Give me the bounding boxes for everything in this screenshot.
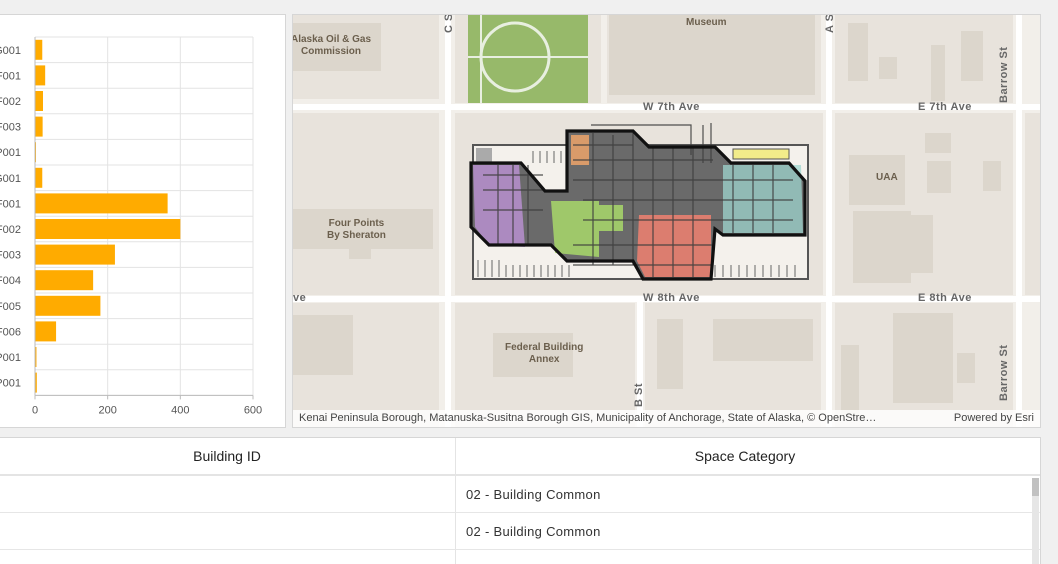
- floor-plan-overlay[interactable]: [293, 15, 1041, 428]
- table-scrollbar[interactable]: [1032, 478, 1039, 564]
- map-label-museum: Museum: [686, 17, 727, 28]
- column-header-building-id[interactable]: Building ID: [0, 438, 456, 474]
- bar: [35, 321, 57, 342]
- x-tick-label: 200: [98, 404, 116, 416]
- map-label-uaa: UAA: [876, 172, 898, 183]
- map-label-alaska-oil-gas: Alaska Oil & Gas Commission: [292, 34, 372, 57]
- map-attribution: Kenai Peninsula Borough, Matanuska-Susit…: [293, 410, 1040, 427]
- category-label: F001: [0, 70, 21, 82]
- category-label: P001: [0, 147, 21, 159]
- cell-building-id: [0, 513, 456, 549]
- map-label-federal-building: Federal Building Annex: [505, 342, 584, 365]
- bar: [35, 91, 43, 111]
- bar: [35, 244, 115, 265]
- category-label: F002: [0, 96, 21, 108]
- attribute-table: Building ID Space Category 02 - Building…: [0, 437, 1041, 564]
- cell-space-category: 02 - Building Common: [466, 523, 601, 539]
- bar: [35, 219, 181, 239]
- bar: [35, 65, 46, 86]
- bar: [35, 39, 43, 60]
- cell-building-id: [0, 476, 456, 512]
- column-header-space-category[interactable]: Space Category: [456, 438, 1034, 474]
- x-tick-label: 600: [244, 404, 262, 416]
- street-w8th: W 8th Ave: [643, 292, 700, 304]
- street-w8th-left: ve: [293, 292, 307, 304]
- bar: [35, 270, 94, 291]
- street-b-st: B St: [633, 383, 645, 407]
- street-w7th: W 7th Ave: [643, 101, 700, 113]
- street-barrow-top: Barrow St: [998, 46, 1010, 103]
- category-label: G001: [0, 173, 21, 185]
- category-label: P001: [0, 378, 21, 390]
- cell-building-id: [0, 550, 456, 564]
- street-c-st: C S: [443, 14, 455, 33]
- bar: [35, 193, 168, 214]
- map-view[interactable]: Alaska Oil & Gas Commission Museum UAA F…: [292, 14, 1041, 428]
- category-label: P001: [0, 352, 21, 364]
- street-e7th: E 7th Ave: [918, 101, 972, 113]
- table-row[interactable]: 02 - Building Common: [0, 513, 1040, 550]
- street-e8th: E 8th Ave: [918, 292, 972, 304]
- category-label: F006: [0, 326, 21, 338]
- category-label: F003: [0, 122, 21, 134]
- bar: [35, 116, 43, 137]
- category-label: F003: [0, 250, 21, 262]
- category-label: G001: [0, 45, 21, 57]
- category-label: F004: [0, 275, 21, 287]
- table-header: Building ID Space Category: [0, 438, 1040, 476]
- bar: [35, 167, 43, 188]
- powered-by-esri-link[interactable]: Powered by Esri: [954, 410, 1034, 427]
- x-tick-label: 400: [171, 404, 189, 416]
- x-tick-label: 0: [32, 404, 38, 416]
- table-row[interactable]: [0, 550, 1040, 564]
- category-label: F005: [0, 301, 21, 313]
- category-label: F001: [0, 198, 21, 210]
- cell-space-category: 02 - Building Common: [466, 486, 601, 502]
- category-label: F002: [0, 224, 21, 236]
- table-row[interactable]: 02 - Building Common: [0, 476, 1040, 513]
- bar-chart: G001 F001 F002 F003 P001 G001 F001 F002 F003 F004…: [0, 36, 262, 416]
- street-barrow-bottom: Barrow St: [998, 344, 1010, 401]
- cell-space-category: [456, 550, 1034, 564]
- bar-chart-panel: G001 F001 F002 F003 P001 G001 F001 F002 F003 F004…: [0, 14, 286, 428]
- attribution-text[interactable]: Kenai Peninsula Borough, Matanuska-Susit…: [299, 410, 939, 427]
- scrollbar-thumb[interactable]: [1032, 478, 1039, 496]
- bar: [35, 295, 101, 316]
- map-label-four-points: Four Points By Sheraton: [327, 218, 386, 241]
- street-a-st: A S: [824, 14, 836, 33]
